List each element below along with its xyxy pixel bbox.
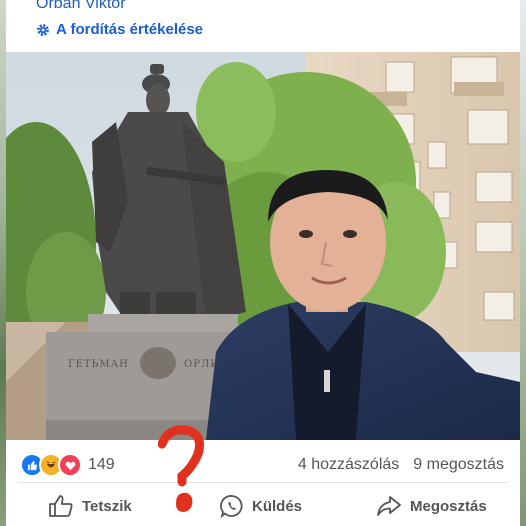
whatsapp-icon xyxy=(220,495,243,518)
share-label: Megosztás xyxy=(410,497,487,515)
reactions-summary[interactable]: 149 xyxy=(20,453,115,477)
post-author[interactable]: Orbán Viktor xyxy=(36,0,126,13)
background-edge-right xyxy=(520,0,526,526)
share-count[interactable]: 9 megosztás xyxy=(413,456,504,474)
post-card: Orbán Viktor A fordítás értékelése ГЕТЬМ… xyxy=(6,0,520,526)
engagement-counts: 4 hozzászólás 9 megosztás xyxy=(298,456,504,474)
plaque-left-text: ГЕТЬМАН xyxy=(68,359,129,370)
send-label: Küldés xyxy=(252,497,303,515)
reaction-count: 149 xyxy=(88,456,115,473)
translate-rating-link[interactable]: A fordítás értékelése xyxy=(36,21,203,38)
like-button[interactable]: Tetszik xyxy=(48,494,132,518)
love-icon xyxy=(58,453,82,477)
post-photo[interactable]: ГЕТЬМАН ОРЛИК xyxy=(6,52,520,440)
share-arrow-icon xyxy=(377,496,401,516)
question-mark-annotation xyxy=(158,425,204,512)
gear-icon xyxy=(37,23,49,36)
divider xyxy=(18,482,508,483)
share-button[interactable]: Megosztás xyxy=(376,494,487,518)
send-button[interactable]: Küldés xyxy=(220,494,302,518)
post-actions: Tetszik Küldés Megosztás xyxy=(6,488,520,526)
photo-scene: ГЕТЬМАН ОРЛИК xyxy=(6,52,520,440)
comment-count[interactable]: 4 hozzászólás xyxy=(298,456,399,474)
translate-rating-label: A fordítás értékelése xyxy=(56,21,204,38)
thumbs-up-icon xyxy=(49,495,73,517)
like-label: Tetszik xyxy=(82,497,132,515)
post-stats: 149 4 hozzászólás 9 megosztás xyxy=(6,448,520,478)
